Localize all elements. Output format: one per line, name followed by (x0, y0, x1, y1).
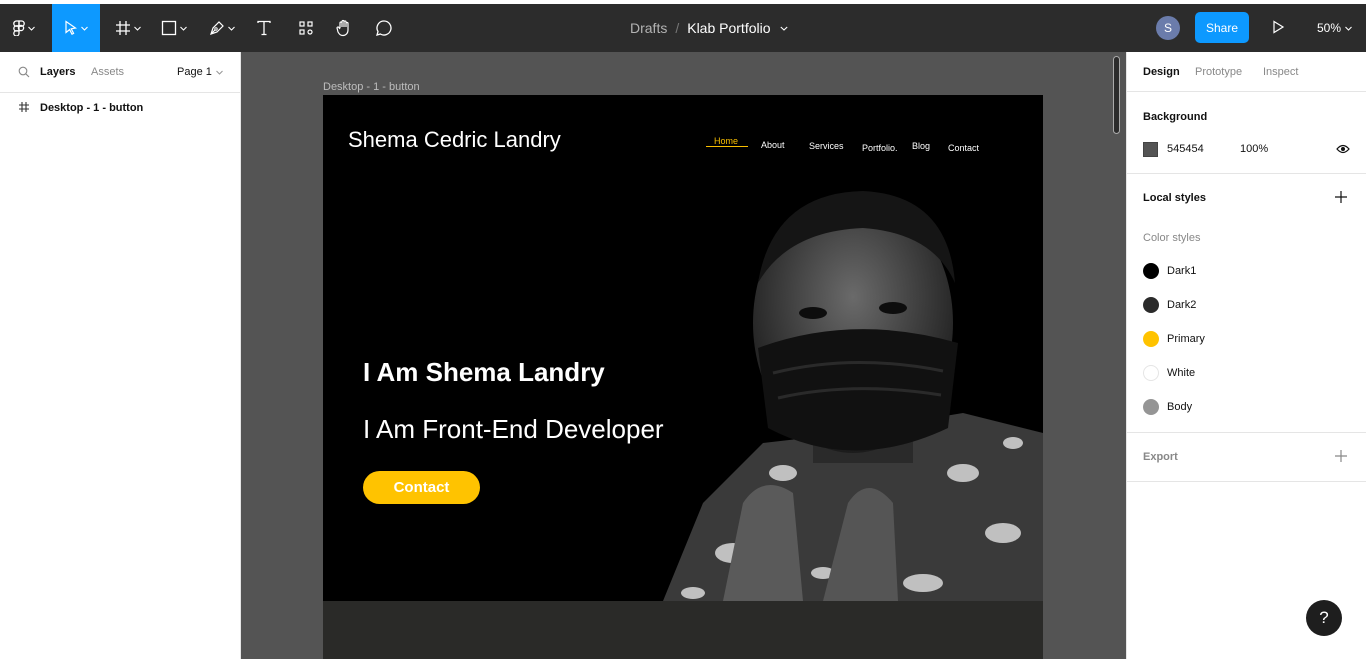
chevron-down-icon[interactable] (779, 26, 788, 31)
background-opacity-input[interactable]: 100% (1240, 143, 1268, 155)
color-dot (1143, 263, 1159, 279)
chevron-down-icon (228, 26, 235, 31)
divider (1127, 173, 1366, 174)
design-panel: Design Prototype Inspect Background 5454… (1126, 52, 1366, 659)
color-style-name: White (1167, 367, 1196, 379)
move-cursor-icon (65, 20, 78, 36)
frame-hash-icon (0, 100, 40, 116)
user-avatar[interactable]: S (1156, 16, 1180, 40)
file-name[interactable]: Klab Portfolio (687, 20, 770, 36)
text-icon (257, 20, 271, 36)
chevron-down-icon (28, 26, 35, 31)
color-styles-title: Color styles (1143, 232, 1201, 244)
chevron-down-icon (134, 26, 141, 31)
add-export-icon[interactable] (1335, 450, 1347, 462)
chevron-down-icon (180, 26, 187, 31)
breadcrumb-drafts-link[interactable]: Drafts (630, 20, 667, 36)
nav-portfolio[interactable]: Portfolio. (862, 143, 898, 153)
rectangle-icon (161, 20, 177, 36)
color-style-item[interactable]: Primary (1143, 331, 1205, 347)
color-dot (1143, 365, 1159, 381)
add-style-icon[interactable] (1335, 191, 1347, 203)
portrait-photo[interactable] (663, 173, 1043, 601)
shape-tool-button[interactable] (154, 4, 194, 52)
color-dot (1143, 297, 1159, 313)
color-style-item[interactable]: Dark2 (1143, 297, 1196, 313)
layers-panel-header: Layers Assets Page 1 (0, 52, 240, 93)
chevron-down-icon (215, 70, 223, 75)
hero-headline[interactable]: I Am Shema Landry (363, 357, 605, 388)
design-canvas[interactable]: Desktop - 1 - button Shema Cedric Landry… (241, 52, 1126, 659)
main-toolbar: Drafts / Klab Portfolio S Share 50% (0, 4, 1366, 52)
help-button[interactable]: ? (1306, 600, 1342, 636)
pen-tool-button[interactable] (202, 4, 242, 52)
breadcrumb: Drafts / Klab Portfolio (630, 4, 788, 52)
zoom-level: 50% (1317, 21, 1342, 35)
chevron-down-icon (1345, 26, 1352, 31)
hero-section[interactable]: Shema Cedric Landry Home About Services … (323, 95, 1043, 601)
color-style-name: Dark1 (1167, 265, 1197, 277)
main-menu-button[interactable] (0, 4, 48, 52)
color-style-item[interactable]: Dark1 (1143, 263, 1196, 279)
tab-prototype[interactable]: Prototype (1195, 66, 1242, 78)
frame-tool-button[interactable] (108, 4, 148, 52)
export-section-title: Export (1143, 451, 1178, 463)
share-button[interactable]: Share (1195, 12, 1249, 43)
page-selector[interactable]: Page 1 (177, 66, 223, 78)
components-icon (299, 21, 313, 35)
local-styles-title: Local styles (1143, 192, 1206, 204)
layers-panel: Layers Assets Page 1 Desktop - 1 - butto… (0, 52, 241, 659)
hand-icon (336, 19, 349, 37)
tab-assets[interactable]: Assets (91, 66, 124, 78)
background-hex-input[interactable]: 545454 (1167, 143, 1204, 155)
contact-button[interactable]: Contact (363, 471, 480, 504)
color-style-name: Body (1167, 401, 1193, 413)
chevron-down-icon (81, 26, 88, 31)
color-style-item[interactable]: Body (1143, 399, 1192, 415)
nav-home[interactable]: Home (714, 136, 738, 146)
color-style-name: Primary (1167, 333, 1205, 345)
hero-subheadline[interactable]: I Am Front-End Developer (363, 414, 664, 445)
present-button[interactable] (1271, 20, 1285, 39)
layer-item[interactable]: Desktop - 1 - button (0, 100, 240, 116)
layer-name: Desktop - 1 - button (40, 102, 144, 114)
site-brand[interactable]: Shema Cedric Landry (348, 127, 561, 153)
move-tool-button[interactable] (52, 4, 100, 52)
figma-logo-icon (13, 20, 25, 36)
divider (1127, 432, 1366, 433)
color-dot (1143, 331, 1159, 347)
page-name: Page 1 (177, 66, 212, 78)
pen-icon (210, 21, 224, 35)
tab-layers[interactable]: Layers (40, 66, 75, 78)
canvas-scrollbar[interactable] (1113, 56, 1120, 134)
background-color-swatch[interactable] (1143, 142, 1158, 157)
nav-active-underline (706, 146, 748, 147)
tab-design[interactable]: Design (1143, 66, 1180, 78)
color-style-item[interactable]: White (1143, 365, 1195, 381)
color-dot (1143, 399, 1159, 415)
comment-bubble-icon (376, 20, 392, 36)
breadcrumb-separator: / (675, 20, 680, 36)
comment-tool-button[interactable] (368, 4, 400, 52)
nav-blog[interactable]: Blog (912, 141, 930, 151)
play-icon (1273, 20, 1285, 34)
search-icon[interactable] (18, 66, 30, 78)
text-tool-button[interactable] (248, 4, 280, 52)
eye-icon[interactable] (1336, 143, 1350, 155)
desktop-frame[interactable]: Shema Cedric Landry Home About Services … (323, 95, 1043, 659)
hand-tool-button[interactable] (328, 4, 360, 52)
design-panel-tabs: Design Prototype Inspect (1127, 52, 1366, 92)
frame-hash-icon (116, 21, 130, 35)
tab-inspect[interactable]: Inspect (1263, 66, 1298, 78)
background-section-title: Background (1143, 111, 1208, 123)
nav-about[interactable]: About (761, 140, 785, 150)
zoom-dropdown[interactable]: 50% (1317, 4, 1352, 52)
frame-label[interactable]: Desktop - 1 - button (323, 81, 420, 93)
resources-tool-button[interactable] (290, 4, 322, 52)
nav-contact[interactable]: Contact (948, 143, 979, 153)
color-style-name: Dark2 (1167, 299, 1197, 311)
nav-services[interactable]: Services (809, 141, 844, 151)
divider (1127, 481, 1366, 482)
